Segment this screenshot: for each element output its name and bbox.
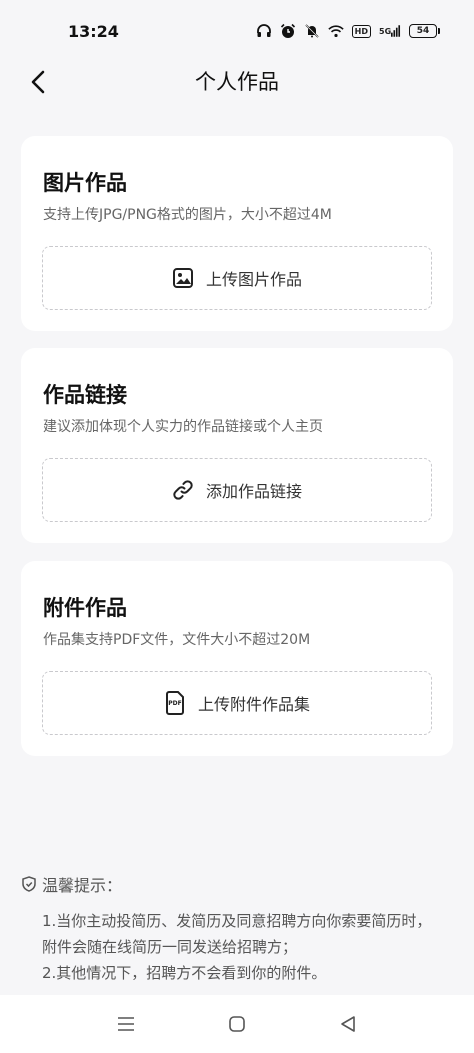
- tips-line: 附件会随在线简历一同发送给招聘方；: [42, 938, 298, 956]
- card-title: 作品链接: [43, 383, 127, 407]
- wifi-icon: [327, 23, 344, 39]
- add-link-button[interactable]: 添加作品链接: [42, 458, 432, 522]
- signal-5g-icon: 5G: [379, 23, 401, 39]
- home-button[interactable]: [223, 1010, 251, 1038]
- card-title: 附件作品: [43, 596, 127, 620]
- image-icon: [172, 267, 194, 289]
- system-nav-bar: [0, 995, 474, 1053]
- card-title: 图片作品: [43, 171, 127, 195]
- mute-icon: [304, 23, 320, 39]
- tips-section: 温馨提示： 1.当你主动投简历、发简历及同意招聘方向你索要简历时， 附件会随在线…: [22, 872, 462, 986]
- card-description: 作品集支持PDF文件，文件大小不超过20M: [43, 632, 311, 648]
- status-icons: HD 5G 54: [256, 23, 440, 39]
- headphones-icon: [256, 23, 272, 39]
- attachment-works-card: 附件作品 作品集支持PDF文件，文件大小不超过20M PDF 上传附件作品集: [21, 561, 453, 756]
- alarm-icon: [280, 23, 296, 39]
- menu-button[interactable]: [112, 1010, 140, 1038]
- status-bar: 13:24 HD 5G 54: [0, 0, 474, 62]
- status-time: 13:24: [68, 21, 119, 41]
- page-title: 个人作品: [195, 70, 279, 94]
- add-link-label: 添加作品链接: [205, 482, 302, 501]
- back-nav-button[interactable]: [334, 1010, 362, 1038]
- tips-title: 温馨提示：: [42, 876, 123, 895]
- battery-icon: 54: [409, 24, 440, 38]
- tips-header: 温馨提示：: [22, 872, 462, 896]
- upload-image-button[interactable]: 上传图片作品: [42, 246, 432, 310]
- hd-icon: HD: [351, 24, 371, 38]
- menu-icon: [117, 1017, 134, 1031]
- nav-bar: 个人作品: [0, 62, 474, 102]
- card-description: 建议添加体现个人实力的作品链接或个人主页: [43, 419, 323, 435]
- pdf-icon: PDF: [164, 691, 186, 715]
- image-works-card: 图片作品 支持上传JPG/PNG格式的图片，大小不超过4M 上传图片作品: [21, 136, 453, 331]
- upload-image-label: 上传图片作品: [205, 270, 302, 289]
- upload-attachment-button[interactable]: PDF 上传附件作品集: [42, 671, 432, 735]
- home-icon: [229, 1016, 245, 1032]
- shield-icon: [22, 876, 36, 892]
- tips-body: 1.当你主动投简历、发简历及同意招聘方向你索要简历时， 附件会随在线简历一同发送…: [22, 908, 462, 986]
- triangle-back-icon: [341, 1016, 356, 1032]
- tips-line: 2.其他情况下，招聘方不会看到你的附件。: [42, 964, 327, 982]
- upload-attachment-label: 上传附件作品集: [197, 695, 310, 714]
- battery-level: 54: [409, 24, 437, 38]
- pdf-icon-text: PDF: [168, 700, 182, 707]
- network-type: 5G: [379, 26, 392, 36]
- link-icon: [172, 479, 194, 501]
- card-description: 支持上传JPG/PNG格式的图片，大小不超过4M: [43, 207, 332, 223]
- work-links-card: 作品链接 建议添加体现个人实力的作品链接或个人主页 添加作品链接: [21, 348, 453, 543]
- tips-line: 1.当你主动投简历、发简历及同意招聘方向你索要简历时，: [42, 912, 432, 930]
